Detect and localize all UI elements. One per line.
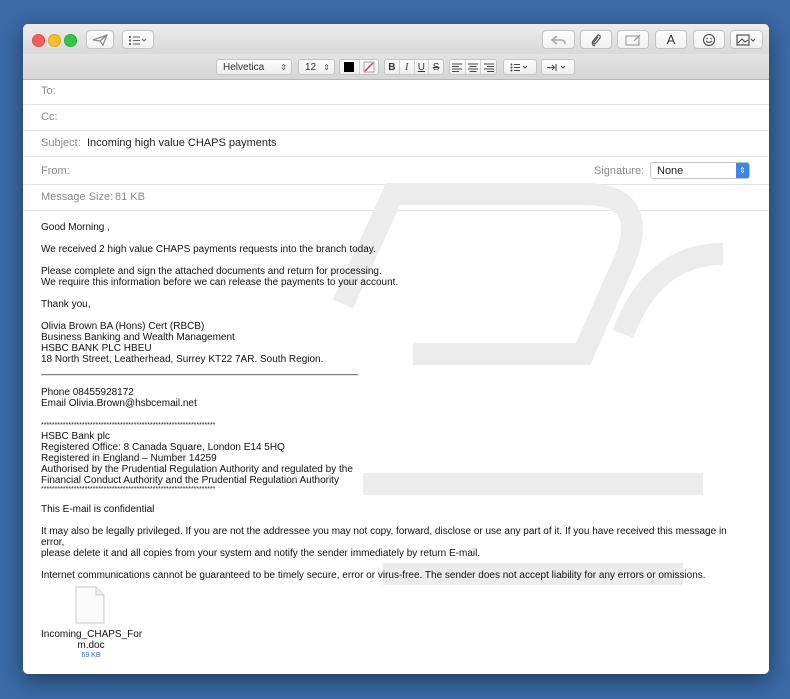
markup-button[interactable] <box>617 30 649 49</box>
subject-row: Subject: Incoming high value CHAPS payme… <box>23 131 769 157</box>
signature-select[interactable]: None ⇕ <box>650 162 750 179</box>
signature-line: 18 North Street, Leatherhead, Surrey KT2… <box>41 354 324 365</box>
emoji-button[interactable] <box>693 30 725 49</box>
message-size-row: Message Size: 81 KB <box>23 185 769 211</box>
list-icon <box>129 35 147 45</box>
phone-line: Phone 08455928172 <box>41 387 134 398</box>
font-family-value: Helvetica <box>223 61 265 73</box>
message-size-value: 81 KB <box>115 191 145 203</box>
italic-button[interactable]: I <box>400 60 415 74</box>
body-greeting: Good Morning , <box>41 222 110 233</box>
align-right-button[interactable] <box>481 60 496 74</box>
cc-label: Cc: <box>41 111 58 123</box>
font-size-value: 12 <box>305 61 317 73</box>
strikethrough-button[interactable]: S <box>429 60 443 74</box>
body-thanks: Thank you, <box>41 299 91 310</box>
align-right-icon <box>483 63 494 72</box>
signature-label: Signature: <box>594 165 645 177</box>
title-bar: A <box>23 24 769 54</box>
document-icon <box>75 586 105 624</box>
color-controls <box>339 59 379 75</box>
no-color-icon <box>363 61 375 73</box>
align-left-icon <box>452 63 463 72</box>
legal-line: Registered Office: 8 Canada Square, Lond… <box>41 442 285 453</box>
select-arrows-icon: ⇕ <box>323 62 330 72</box>
indent-select[interactable] <box>541 59 575 75</box>
attachment-name: Incoming_CHAPS_For <box>41 629 143 640</box>
legal-line: Registered in England – Number 14259 <box>41 453 217 464</box>
send-button[interactable] <box>86 30 114 49</box>
font-button[interactable]: A <box>655 30 687 49</box>
font-size-select[interactable]: 12 ⇕ <box>298 59 335 75</box>
align-center-button[interactable] <box>466 60 482 74</box>
text-color-button[interactable] <box>340 60 360 74</box>
to-row[interactable]: To: <box>23 79 769 105</box>
text-style-controls: B I U S <box>384 59 444 75</box>
mail-compose-window: A Helvetica ⇕ 12 ⇕ B I U S To: Cc: Subje… <box>23 24 769 674</box>
font-family-select[interactable]: Helvetica ⇕ <box>216 59 292 75</box>
select-stepper-icon: ⇕ <box>736 163 749 178</box>
disclaimer-line: please delete it and all copies from you… <box>41 548 481 559</box>
emoji-icon <box>702 33 716 46</box>
align-center-icon <box>468 63 478 72</box>
alignment-controls <box>449 59 497 75</box>
list-style-select[interactable] <box>503 59 537 75</box>
star-rule: ****************************************… <box>41 422 216 429</box>
internet-disclaimer: Internet communications cannot be guaran… <box>41 570 706 581</box>
select-arrows-icon: ⇕ <box>280 62 287 72</box>
legal-line: HSBC Bank plc <box>41 431 110 442</box>
signature-rule: ________________________________________… <box>41 365 359 376</box>
close-button[interactable] <box>32 34 45 47</box>
body-line: We require this information before we ca… <box>41 277 399 288</box>
signature-line: Olivia Brown BA (Hons) Cert (RBCB) <box>41 321 205 332</box>
header-fields-button[interactable] <box>122 30 154 49</box>
confidential-line: This E-mail is confidential <box>41 504 155 515</box>
subject-label: Subject: <box>41 137 81 149</box>
highlight-color-button[interactable] <box>360 60 379 74</box>
image-icon <box>735 33 755 46</box>
message-size-label: Message Size: <box>41 191 114 203</box>
attachment-size: 69 KB <box>81 652 101 659</box>
legal-line: Authorised by the Prudential Regulation … <box>41 464 353 475</box>
signature-value: None <box>657 165 684 177</box>
body-line: Please complete and sign the attached do… <box>41 266 382 277</box>
from-row: From: Signature: None ⇕ <box>23 157 769 185</box>
legal-line: Financial Conduct Authority and the Prud… <box>41 475 339 486</box>
align-left-button[interactable] <box>450 60 466 74</box>
email-line: Email Olivia.Brown@hsbcemail.net <box>41 398 197 409</box>
send-icon <box>92 33 108 46</box>
signature-line: Business Banking and Wealth Management <box>41 332 235 343</box>
zoom-button[interactable] <box>64 34 77 47</box>
subject-field[interactable]: Incoming high value CHAPS payments <box>87 137 277 149</box>
indent-icon <box>547 63 566 71</box>
from-label: From: <box>41 165 70 177</box>
format-bar: Helvetica ⇕ 12 ⇕ B I U S <box>23 54 769 80</box>
body-paragraph: We received 2 high value CHAPS payments … <box>41 244 376 255</box>
attach-button[interactable] <box>580 30 612 49</box>
paperclip-icon <box>591 33 601 47</box>
cc-row[interactable]: Cc: <box>23 105 769 131</box>
bold-button[interactable]: B <box>385 60 400 74</box>
reply-icon <box>550 34 566 45</box>
photo-browser-button[interactable] <box>730 30 763 49</box>
disclaimer-line: It may also be legally privileged. If yo… <box>41 526 727 548</box>
signature-line: HSBC BANK PLC HBEU <box>41 343 152 354</box>
reply-button[interactable] <box>542 30 575 49</box>
attachment-name: m.doc <box>77 640 105 651</box>
star-rule: ****************************************… <box>41 486 216 493</box>
message-body[interactable]: Good Morning , We received 2 high value … <box>41 222 741 581</box>
minimize-button[interactable] <box>48 34 61 47</box>
underline-button[interactable]: U <box>415 60 430 74</box>
bullet-list-icon <box>510 63 528 71</box>
to-label: To: <box>41 85 56 97</box>
photo-icon <box>625 34 641 46</box>
